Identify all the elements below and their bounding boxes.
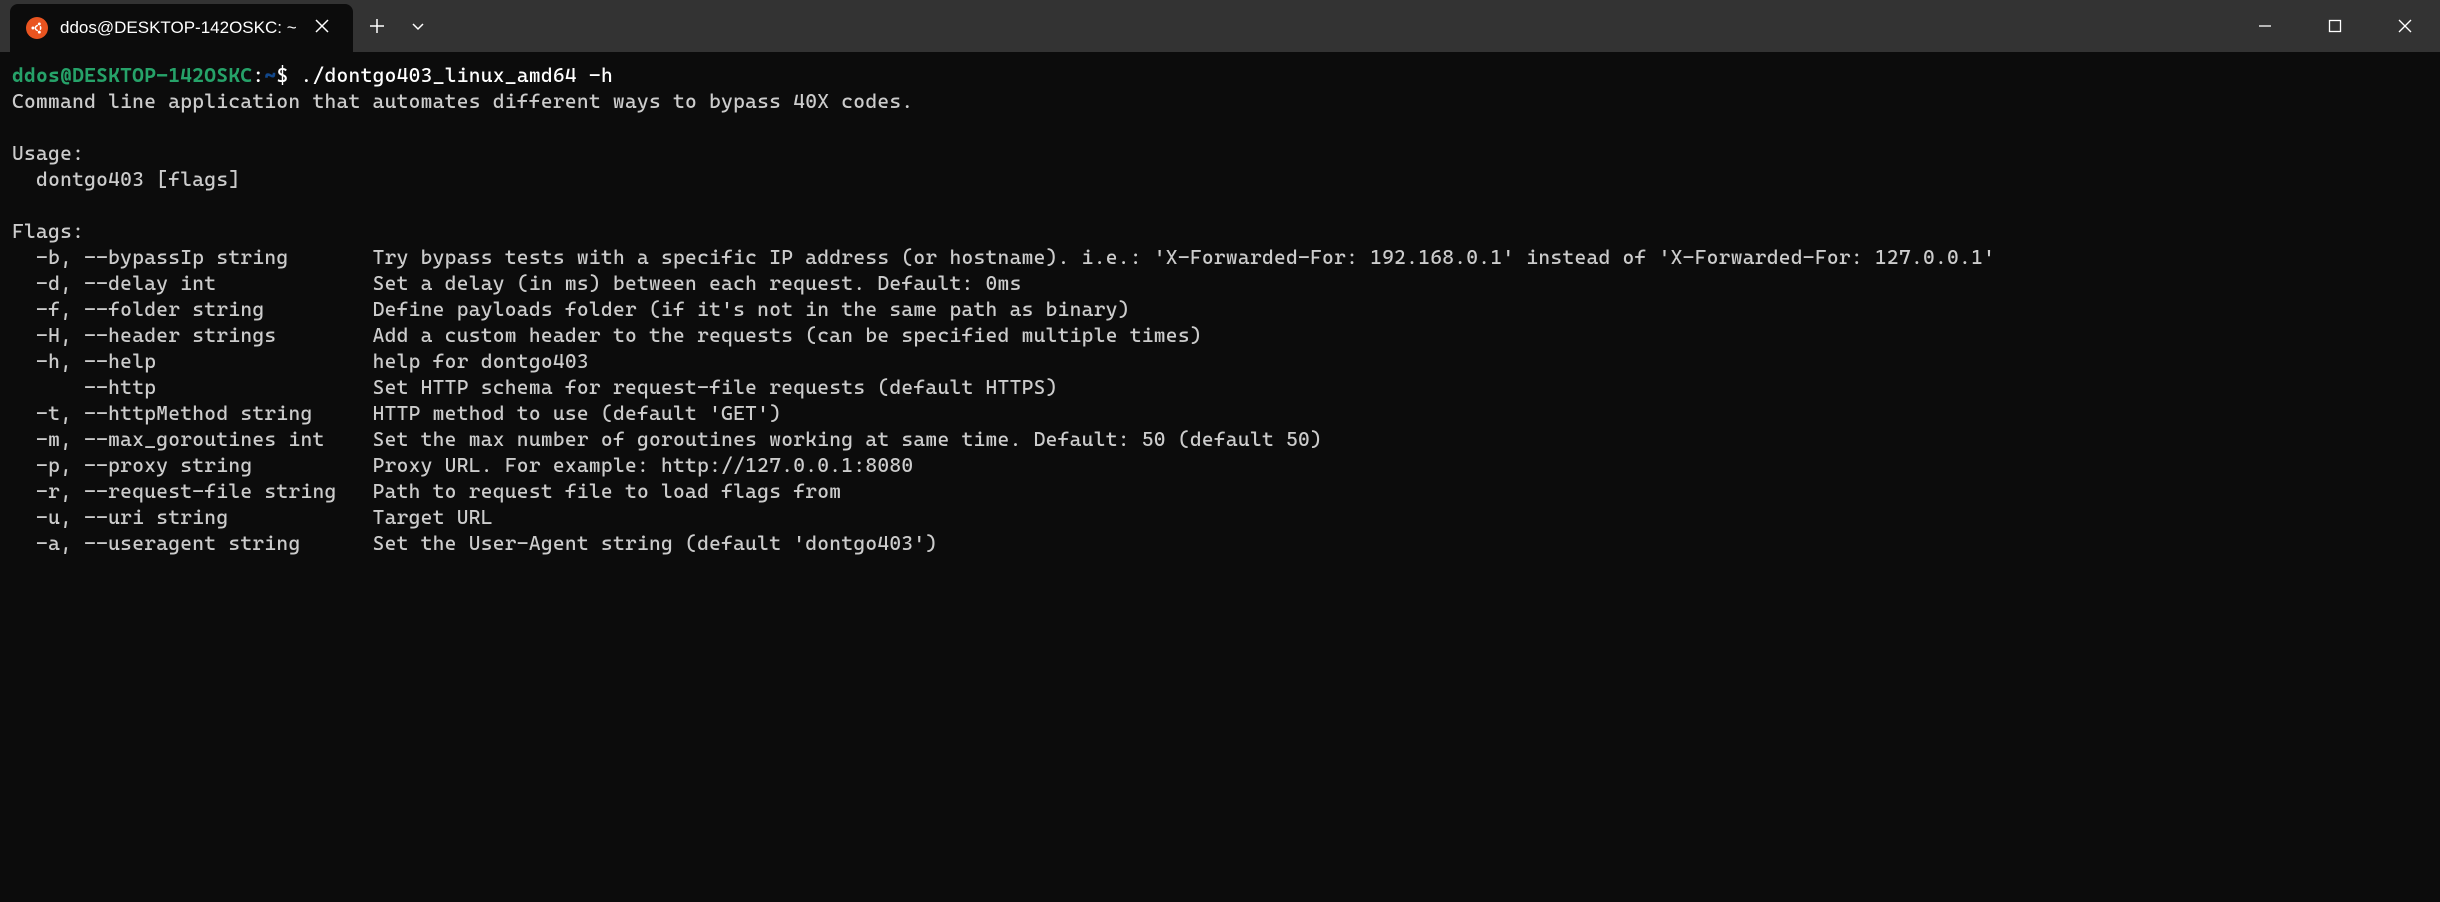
prompt-path: ~ — [264, 63, 276, 87]
terminal-tab[interactable]: ddos@DESKTOP-142OSKC: ~ — [10, 4, 353, 52]
flag-line: -H, --header strings Add a custom header… — [12, 323, 1202, 347]
output-description: Command line application that automates … — [12, 89, 913, 113]
flag-line: -f, --folder string Define payloads fold… — [12, 297, 1130, 321]
flag-line: -a, --useragent string Set the User-Agen… — [12, 531, 937, 555]
title-bar: ddos@DESKTOP-142OSKC: ~ — [0, 0, 2440, 52]
tab-title: ddos@DESKTOP-142OSKC: ~ — [60, 18, 297, 38]
usage-label: Usage: — [12, 141, 84, 165]
terminal-content[interactable]: ddos@DESKTOP-142OSKC:~$ ./dontgo403_linu… — [0, 52, 2440, 566]
flag-line: --http Set HTTP schema for request-file … — [12, 375, 1058, 399]
flag-line: -t, --httpMethod string HTTP method to u… — [12, 401, 781, 425]
tab-close-button[interactable] — [307, 15, 337, 42]
window-controls — [2230, 0, 2440, 52]
flag-line: -h, --help help for dontgo403 — [12, 349, 589, 373]
flag-line: -p, --proxy string Proxy URL. For exampl… — [12, 453, 913, 477]
flag-line: -b, --bypassIp string Try bypass tests w… — [12, 245, 1995, 269]
flag-line: -m, --max_goroutines int Set the max num… — [12, 427, 1322, 451]
command-input: ./dontgo403_linux_amd64 -h — [300, 63, 613, 87]
usage-line: dontgo403 [flags] — [12, 167, 240, 191]
flag-line: -r, --request-file string Path to reques… — [12, 479, 841, 503]
prompt-symbol: $ — [276, 63, 300, 87]
tab-dropdown-button[interactable] — [401, 0, 435, 52]
flag-line: -u, --uri string Target URL — [12, 505, 493, 529]
ubuntu-icon — [26, 17, 48, 39]
flag-line: -d, --delay int Set a delay (in ms) betw… — [12, 271, 1022, 295]
close-button[interactable] — [2370, 0, 2440, 52]
minimize-button[interactable] — [2230, 0, 2300, 52]
prompt-user: ddos@DESKTOP-142OSKC — [12, 63, 252, 87]
flags-label: Flags: — [12, 219, 84, 243]
maximize-button[interactable] — [2300, 0, 2370, 52]
prompt-separator: : — [252, 63, 264, 87]
new-tab-button[interactable] — [353, 0, 401, 52]
